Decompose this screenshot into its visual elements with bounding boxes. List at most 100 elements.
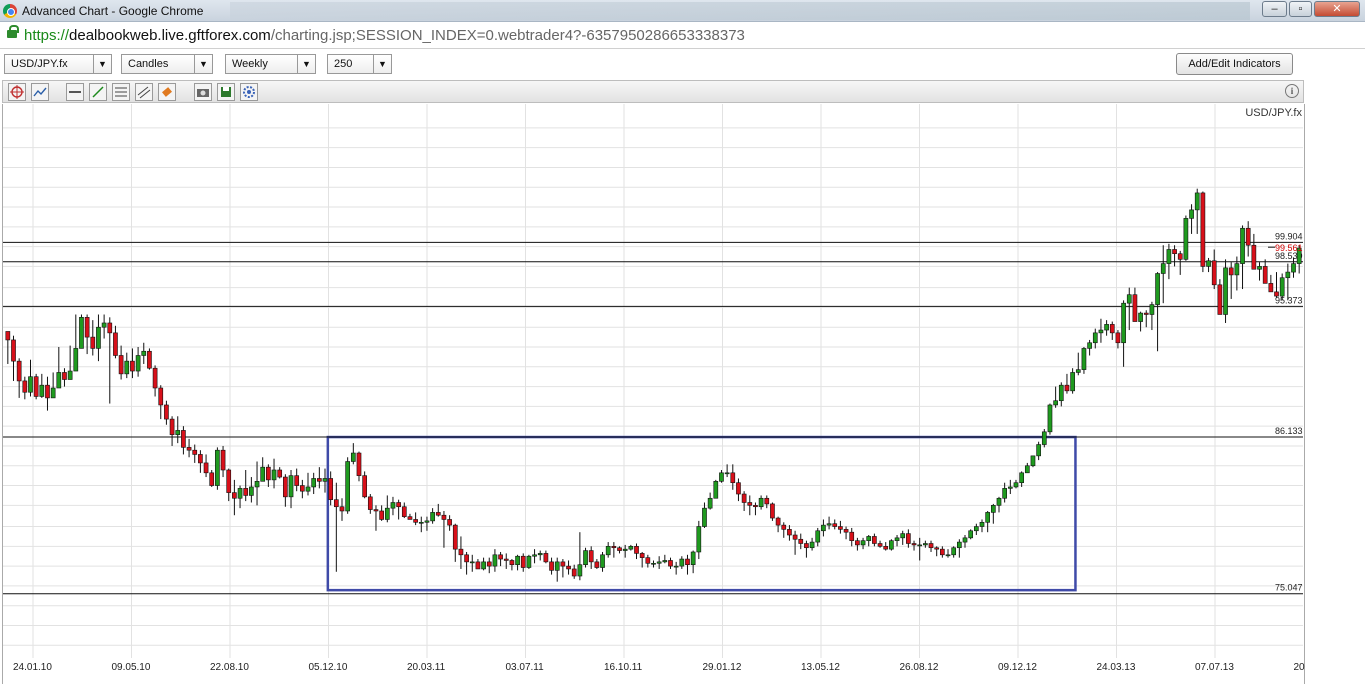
x-tick-label: 20 xyxy=(1294,662,1306,673)
minimize-button[interactable]: – xyxy=(1262,1,1287,17)
save-icon[interactable] xyxy=(217,83,235,101)
fibonacci-icon[interactable] xyxy=(112,83,130,101)
address-bar[interactable]: https://dealbookweb.live.gftforex.com/ch… xyxy=(0,22,1365,49)
chevron-down-icon[interactable]: ▼ xyxy=(93,55,111,73)
candle-body xyxy=(373,509,379,512)
candle-body xyxy=(300,485,305,492)
candle-body xyxy=(215,449,220,486)
x-tick-label: 29.01.12 xyxy=(703,662,742,673)
price-chart[interactable]: 24.01.10 09.05.10 22.08.10 05.12.10 20.03.11… xyxy=(2,104,1342,684)
candle-body xyxy=(1024,465,1030,474)
candle-body xyxy=(600,554,605,568)
candle-body xyxy=(883,546,889,550)
x-tick-label: 24.03.13 xyxy=(1097,662,1136,673)
chevron-down-icon[interactable]: ▼ xyxy=(194,55,212,73)
symbol-select[interactable]: USD/JPY.fx ▼ xyxy=(4,54,112,74)
candle-body xyxy=(1279,277,1285,297)
candle-body xyxy=(645,557,651,564)
candle-body xyxy=(226,469,232,493)
candle-body xyxy=(617,547,622,551)
candle-body xyxy=(509,560,515,566)
horizontal-line-icon[interactable] xyxy=(66,83,84,101)
candle-body xyxy=(1109,324,1115,334)
candle-body xyxy=(1036,444,1041,457)
camera-icon[interactable] xyxy=(194,83,212,101)
maximize-button[interactable]: ▫ xyxy=(1289,1,1312,17)
candle-body xyxy=(696,526,702,553)
candle-body xyxy=(441,514,447,520)
candle-body xyxy=(356,452,362,476)
candle-body xyxy=(860,540,866,546)
add-edit-indicators-button[interactable]: Add/Edit Indicators xyxy=(1176,53,1293,75)
candle-body xyxy=(1104,324,1109,331)
candle-body xyxy=(350,452,356,462)
candle-body xyxy=(1291,263,1296,273)
chevron-down-icon[interactable]: ▼ xyxy=(297,55,315,73)
candle-body xyxy=(413,519,418,523)
candle-body xyxy=(266,466,271,481)
candle-body xyxy=(1002,488,1007,499)
url-text[interactable]: https://dealbookweb.live.gftforex.com/ch… xyxy=(24,27,745,44)
candle-body xyxy=(900,533,906,539)
candle-body xyxy=(753,505,758,508)
candle-body xyxy=(481,561,486,570)
candle-body xyxy=(220,449,226,471)
close-button[interactable]: ✕ xyxy=(1314,1,1360,17)
bars-select[interactable]: 250 ▼ xyxy=(327,54,392,74)
channel-icon[interactable] xyxy=(135,83,153,101)
candle-body xyxy=(249,486,254,496)
candle-body xyxy=(804,543,809,549)
candle-body xyxy=(124,360,130,375)
candle-body xyxy=(1092,332,1098,344)
candle-body xyxy=(736,482,741,495)
x-tick-label: 05.12.10 xyxy=(309,662,348,673)
candle-body xyxy=(152,367,158,389)
candle-body xyxy=(464,554,469,563)
candle-body xyxy=(1149,304,1155,315)
candle-body xyxy=(101,322,107,328)
crosshair-icon[interactable] xyxy=(8,83,26,101)
candle-body xyxy=(662,560,668,563)
candle-body xyxy=(1194,192,1200,211)
x-tick-label: 24.01.10 xyxy=(13,662,52,673)
candle-body xyxy=(826,523,832,526)
line-chart-icon[interactable] xyxy=(31,83,49,101)
interval-select[interactable]: Weekly ▼ xyxy=(225,54,316,74)
candle-body xyxy=(611,546,617,549)
candle-body xyxy=(186,447,192,451)
candle-body xyxy=(62,372,67,380)
chart-canvas[interactable]: 24.01.10 09.05.10 22.08.10 05.12.10 20.03.11… xyxy=(3,104,1342,684)
candle-body xyxy=(430,512,435,522)
candle-body xyxy=(113,332,118,356)
candle-body xyxy=(73,348,79,372)
candle-body xyxy=(741,493,747,503)
settings-icon[interactable] xyxy=(240,83,258,101)
candle-body xyxy=(1274,291,1279,297)
candle-body xyxy=(1285,271,1291,279)
trend-line-icon[interactable] xyxy=(89,83,107,101)
candle-body xyxy=(554,561,560,571)
candle-body xyxy=(889,540,894,550)
browser-tab-strip[interactable] xyxy=(230,2,1250,20)
candle-body xyxy=(424,520,430,523)
bars-value: 250 xyxy=(334,58,353,70)
candle-body xyxy=(50,387,56,399)
candle-body xyxy=(549,561,554,571)
candle-body xyxy=(1030,455,1036,467)
chart-type-select[interactable]: Candles ▼ xyxy=(121,54,213,74)
candle-body xyxy=(316,478,322,482)
candle-body xyxy=(911,543,917,546)
candle-body xyxy=(775,517,781,526)
eraser-icon[interactable] xyxy=(158,83,176,101)
info-icon[interactable]: i xyxy=(1285,84,1299,98)
chevron-down-icon[interactable]: ▼ xyxy=(373,55,391,73)
candle-body xyxy=(577,564,583,577)
candle-body xyxy=(917,544,923,547)
candle-body xyxy=(328,478,334,500)
candle-body xyxy=(384,507,390,520)
candle-body xyxy=(22,380,28,393)
candle-body xyxy=(1138,312,1143,322)
candle-body xyxy=(537,553,543,556)
candle-body xyxy=(951,547,957,556)
window-title: Advanced Chart - Google Chrome xyxy=(22,4,204,18)
